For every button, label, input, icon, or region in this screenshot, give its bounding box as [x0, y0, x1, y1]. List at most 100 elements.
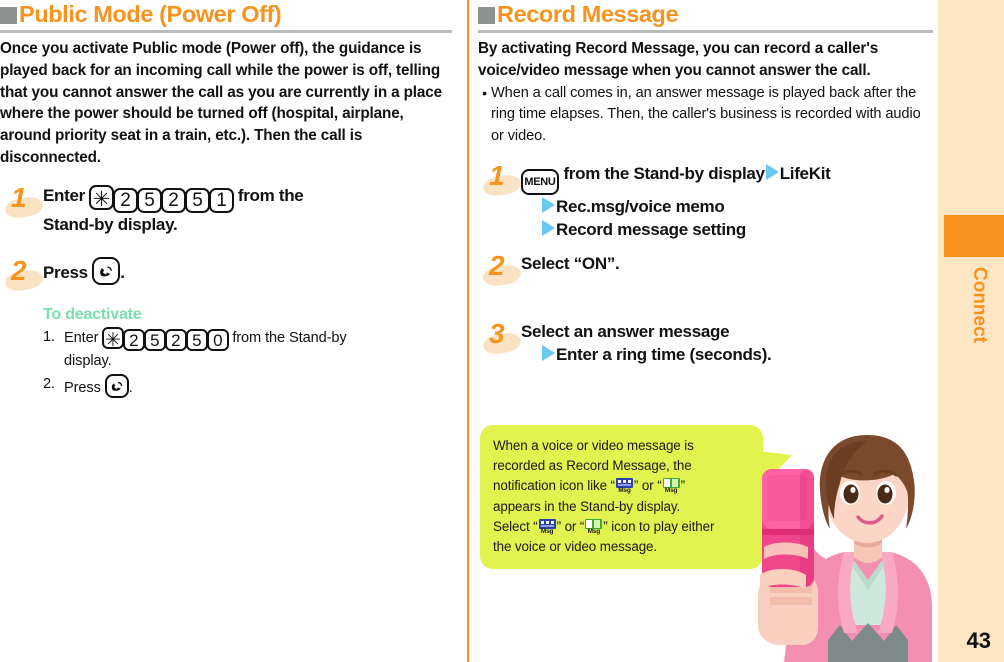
key-0-icon: 0 — [206, 328, 229, 351]
step-line-1: Press . — [43, 256, 462, 285]
callout-line-3: notification icon like “Msg” or “Msg” — [493, 476, 749, 496]
left-step-1-body: Enter ✳ 2 5 2 5 1 from the Stand-by display. — [43, 183, 462, 236]
star-key-icon: ✳ — [88, 184, 114, 211]
callout-line-4: appears in the Stand-by display. — [493, 498, 681, 514]
callout-line-2: recorded as Record Message, the — [493, 458, 692, 474]
section-title: Record Message — [497, 1, 679, 27]
deactivate-text-line2: display. — [64, 352, 112, 369]
video-msg-icon: Msg — [585, 518, 603, 535]
left-intro-text: Once you activate Public mode (Power off… — [0, 40, 442, 166]
key-5-icon: 5 — [185, 328, 208, 351]
step-text-pre: Press — [43, 262, 88, 282]
list-marker: 2. — [43, 375, 55, 392]
step-number-badge: 1 — [0, 181, 45, 220]
gray-square-icon — [0, 6, 17, 24]
callout-text-post: ” — [680, 478, 685, 494]
list-text: Enter ✳ 2 5 2 5 0 from the Stand-by display. — [64, 326, 462, 372]
section-tab-strip: Connect 43 — [938, 0, 1004, 662]
callout-text-pre: Select “ — [493, 518, 538, 534]
step-line-2-text: Enter a ring time (seconds). — [556, 345, 772, 365]
call-key-icon — [92, 256, 121, 285]
left-step-1: 1 Enter ✳ 2 5 2 5 1 from the Stand-by display… — [0, 181, 462, 236]
right-intro-text: By activating Record Message, you can re… — [478, 40, 879, 79]
step-number-badge: 1 — [478, 160, 523, 198]
next-step-triangle-icon — [765, 164, 779, 181]
voice-msg-icon: Msg — [615, 478, 633, 494]
step-line-3-text: Record message setting — [556, 220, 746, 240]
page-number: 43 — [966, 628, 991, 653]
call-key-icon — [104, 373, 129, 398]
deactivate-block: To deactivate 1. Enter ✳ 2 5 2 5 0 from the S… — [0, 306, 462, 399]
step-text-post: from the — [237, 185, 304, 205]
manual-page: Public Mode (Power Off) Once you activat… — [0, 0, 1004, 662]
step-number: 2 — [489, 250, 505, 282]
right-step-3: 3 Select an answer message Enter a ring … — [478, 319, 938, 366]
active-tab-marker[interactable] — [944, 215, 1004, 257]
callout-text-mid: ” or “ — [633, 478, 662, 494]
step-number: 2 — [11, 254, 27, 286]
step-line-1: Select “ON”. — [521, 254, 620, 274]
step-number-badge: 2 — [0, 254, 45, 293]
right-step-1-body: MENU from the Stand-by display LifeKit Re… — [521, 161, 938, 241]
step-text-pre: Enter — [43, 185, 85, 205]
right-step-2: 2 Select “ON”. — [478, 250, 938, 288]
right-step-2-body: Select “ON”. — [521, 251, 938, 287]
callout-text-pre: notification icon like “ — [493, 478, 615, 494]
deactivate-item-1: 1. Enter ✳ 2 5 2 5 0 from the Stand-by displa… — [43, 326, 462, 372]
key-2-icon: 2 — [122, 328, 145, 351]
voice-msg-icon: Msg — [538, 518, 556, 535]
step-number-badge: 3 — [478, 318, 523, 356]
callout-text-mid: ” or “ — [556, 518, 585, 534]
video-msg-icon: Msg — [662, 478, 680, 494]
right-step-3-body: Select an answer message Enter a ring ti… — [521, 319, 938, 366]
key-5-icon: 5 — [136, 187, 162, 213]
step-line-2: Rec.msg/voice memo — [521, 195, 938, 218]
left-step-2-body: Press . — [43, 256, 462, 292]
key-2-icon: 2 — [160, 187, 186, 213]
step-number: 1 — [11, 181, 27, 213]
bullet-dot-icon: • — [482, 84, 487, 101]
key-2-icon: 2 — [112, 187, 138, 213]
left-section-header: Public Mode (Power Off) — [0, 0, 462, 27]
tab-label-connect: Connect — [969, 267, 990, 343]
step-text-pre: from the Stand-by display — [563, 164, 765, 184]
step-number: 1 — [489, 160, 505, 192]
right-step-1: 1 MENU from the Stand-by display LifeKit … — [478, 161, 938, 241]
step-line-2: Enter a ring time (seconds). — [521, 343, 938, 366]
step-number-badge: 2 — [478, 250, 523, 288]
step-text-post: LifeKit — [779, 164, 831, 184]
next-step-triangle-icon — [542, 197, 555, 214]
header-divider-rule — [0, 30, 452, 33]
list-text: Press . — [64, 373, 462, 399]
deactivate-text-pre: Press — [64, 379, 101, 396]
list-marker: 1. — [43, 328, 55, 345]
step-line-2-text: Rec.msg/voice memo — [556, 197, 725, 217]
deactivate-text-pre: Enter — [64, 329, 99, 346]
callout-line-6: the voice or video message. — [493, 539, 658, 555]
step-number: 3 — [489, 318, 505, 350]
callout-line-5: Select “Msg” or “Msg” icon to play eithe… — [493, 517, 749, 537]
gray-square-icon — [478, 6, 495, 24]
page-title: Public Mode (Power Off) — [19, 1, 282, 27]
key-1-icon: 1 — [208, 187, 234, 213]
step-line-1: Select an answer message — [521, 322, 730, 342]
right-section-header: Record Message — [478, 0, 938, 27]
deactivate-item-2: 2. Press . — [43, 373, 462, 399]
key-2-icon: 2 — [164, 328, 187, 351]
step-line-3: Record message setting — [521, 218, 938, 241]
next-step-triangle-icon — [542, 345, 555, 362]
woman-holding-mobile-phone-illustration — [740, 425, 960, 662]
key-5-icon: 5 — [184, 187, 210, 213]
step-line-1: Enter ✳ 2 5 2 5 1 from the — [43, 184, 462, 213]
callout-text-post: ” icon to play either — [603, 518, 715, 534]
right-bullet-item: • When a call comes in, an answer messag… — [478, 83, 938, 148]
left-column: Public Mode (Power Off) Once you activat… — [0, 0, 462, 662]
step-line-2: Stand-by display. — [43, 214, 178, 234]
column-divider — [467, 0, 469, 662]
step-line-1: MENU from the Stand-by display LifeKit — [521, 162, 938, 196]
next-step-triangle-icon — [542, 220, 555, 237]
header-divider-rule — [478, 30, 933, 33]
callout-line-1: When a voice or video message is — [493, 438, 694, 453]
deactivate-text-post: . — [128, 379, 133, 396]
deactivate-text-post: from the Stand-by — [232, 329, 347, 346]
